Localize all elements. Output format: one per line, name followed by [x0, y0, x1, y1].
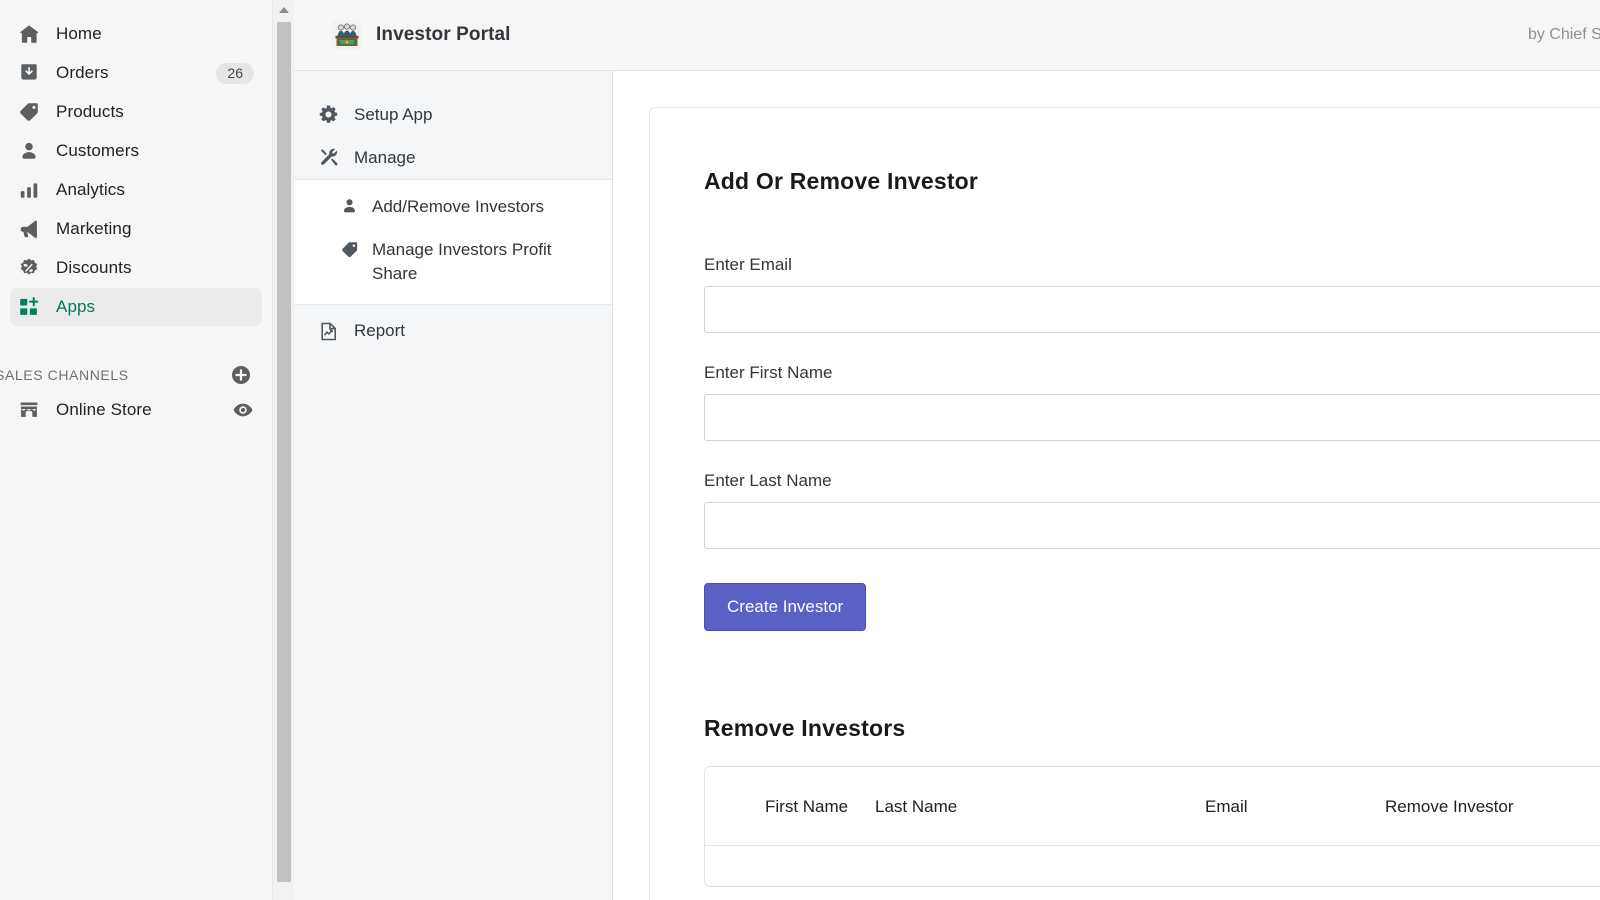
column-header-first-name: First Name: [705, 797, 875, 817]
marketing-megaphone-icon: [18, 218, 40, 240]
sidebar-nav-list: Home Orders 26 Products Customers: [0, 0, 272, 429]
table-body: [705, 846, 1600, 886]
content-card: Add Or Remove Investor Enter Email Enter…: [649, 107, 1600, 900]
sales-channels-section-header: SALES CHANNELS: [0, 360, 272, 390]
app-menu-item-setup-app[interactable]: Setup App: [294, 93, 612, 136]
column-header-remove-investor: Remove Investor: [1385, 797, 1600, 817]
sidebar-item-label: Products: [56, 102, 124, 122]
apps-grid-plus-icon: [18, 296, 40, 318]
app-body: Setup App Manage Add/Remove Investors: [294, 71, 1600, 900]
sidebar-item-label: Discounts: [56, 258, 132, 278]
sidebar-item-home[interactable]: Home: [10, 15, 262, 53]
embedded-app-frame: Investor Portal by Chief Softwa Setup Ap…: [294, 0, 1600, 900]
add-circle-icon[interactable]: [230, 364, 252, 386]
sidebar-item-label: Customers: [56, 141, 139, 161]
orders-inbox-icon: [18, 62, 40, 84]
app-menu-item-label: Manage: [354, 148, 415, 168]
first-name-field-label: Enter First Name: [704, 363, 1600, 383]
home-icon: [18, 23, 40, 45]
last-name-field-label: Enter Last Name: [704, 471, 1600, 491]
remove-investors-table: First Name Last Name Email Remove Invest…: [704, 766, 1600, 887]
field-group-last-name: Enter Last Name: [704, 471, 1600, 549]
shopify-sidebar: Home Orders 26 Products Customers: [0, 0, 272, 900]
table-header-row: First Name Last Name Email Remove Invest…: [705, 767, 1600, 846]
customer-person-icon: [18, 140, 40, 162]
sidebar-item-marketing[interactable]: Marketing: [10, 210, 262, 248]
app-submenu: Add/Remove Investors Manage Investors Pr…: [294, 179, 612, 305]
app-header: Investor Portal by Chief Softwa: [294, 0, 1600, 71]
discount-percent-icon: [18, 257, 40, 279]
sidebar-item-products[interactable]: Products: [10, 93, 262, 131]
orders-count-badge: 26: [216, 63, 254, 84]
email-field-label: Enter Email: [704, 255, 1600, 275]
main-content: Add Or Remove Investor Enter Email Enter…: [613, 71, 1600, 900]
sidebar-item-label: Analytics: [56, 180, 125, 200]
product-tag-icon: [18, 101, 40, 123]
app-submenu-item-label: Manage Investors Profit Share: [372, 238, 587, 287]
create-investor-button[interactable]: Create Investor: [704, 583, 866, 631]
sales-channels-label: SALES CHANNELS: [0, 367, 129, 383]
field-group-first-name: Enter First Name: [704, 363, 1600, 441]
app-menu-item-manage[interactable]: Manage: [294, 136, 612, 179]
sidebar-item-label: Apps: [56, 297, 95, 317]
scroll-up-arrow-icon[interactable]: [273, 0, 295, 20]
scroll-thumb[interactable]: [277, 22, 291, 882]
last-name-field[interactable]: [704, 502, 1600, 549]
sidebar-item-customers[interactable]: Customers: [10, 132, 262, 170]
app-submenu-item-manage-investors-profit-share[interactable]: Manage Investors Profit Share: [294, 229, 612, 296]
app-menu-item-label: Report: [354, 321, 405, 341]
sidebar-item-analytics[interactable]: Analytics: [10, 171, 262, 209]
page-title: Add Or Remove Investor: [704, 168, 1600, 195]
remove-investors-title: Remove Investors: [704, 715, 1600, 742]
sidebar-item-orders[interactable]: Orders 26: [10, 54, 262, 92]
sidebar-item-label: Online Store: [56, 400, 152, 420]
app-menu-item-report[interactable]: Report: [294, 305, 612, 353]
app-root: Home Orders 26 Products Customers: [0, 0, 1600, 900]
app-title: Investor Portal: [376, 24, 511, 46]
investor-portal-app-icon: [332, 20, 362, 50]
tools-icon: [316, 147, 340, 168]
eye-icon[interactable]: [232, 399, 254, 421]
page-scrollbar[interactable]: [272, 0, 294, 900]
sidebar-item-label: Marketing: [56, 219, 132, 239]
analytics-bars-icon: [18, 179, 40, 201]
sidebar-item-label: Home: [56, 24, 102, 44]
sidebar-item-online-store[interactable]: Online Store: [10, 391, 262, 429]
column-header-last-name: Last Name: [875, 797, 1205, 817]
email-field[interactable]: [704, 286, 1600, 333]
tag-icon: [338, 240, 360, 259]
sidebar-item-discounts[interactable]: Discounts: [10, 249, 262, 287]
sidebar-item-label: Orders: [56, 63, 109, 83]
storefront-icon: [18, 399, 40, 421]
sidebar-item-apps[interactable]: Apps: [10, 288, 262, 326]
app-byline: by Chief Softwa: [1528, 26, 1600, 44]
report-chart-document-icon: [316, 321, 340, 342]
first-name-field[interactable]: [704, 394, 1600, 441]
field-group-email: Enter Email: [704, 255, 1600, 333]
column-header-email: Email: [1205, 797, 1385, 817]
app-side-menu: Setup App Manage Add/Remove Investors: [294, 71, 613, 900]
gear-icon: [316, 104, 340, 125]
app-menu-item-label: Setup App: [354, 105, 432, 125]
app-submenu-item-label: Add/Remove Investors: [372, 195, 544, 220]
app-submenu-item-add-remove-investors[interactable]: Add/Remove Investors: [294, 186, 612, 229]
person-icon: [338, 197, 360, 216]
